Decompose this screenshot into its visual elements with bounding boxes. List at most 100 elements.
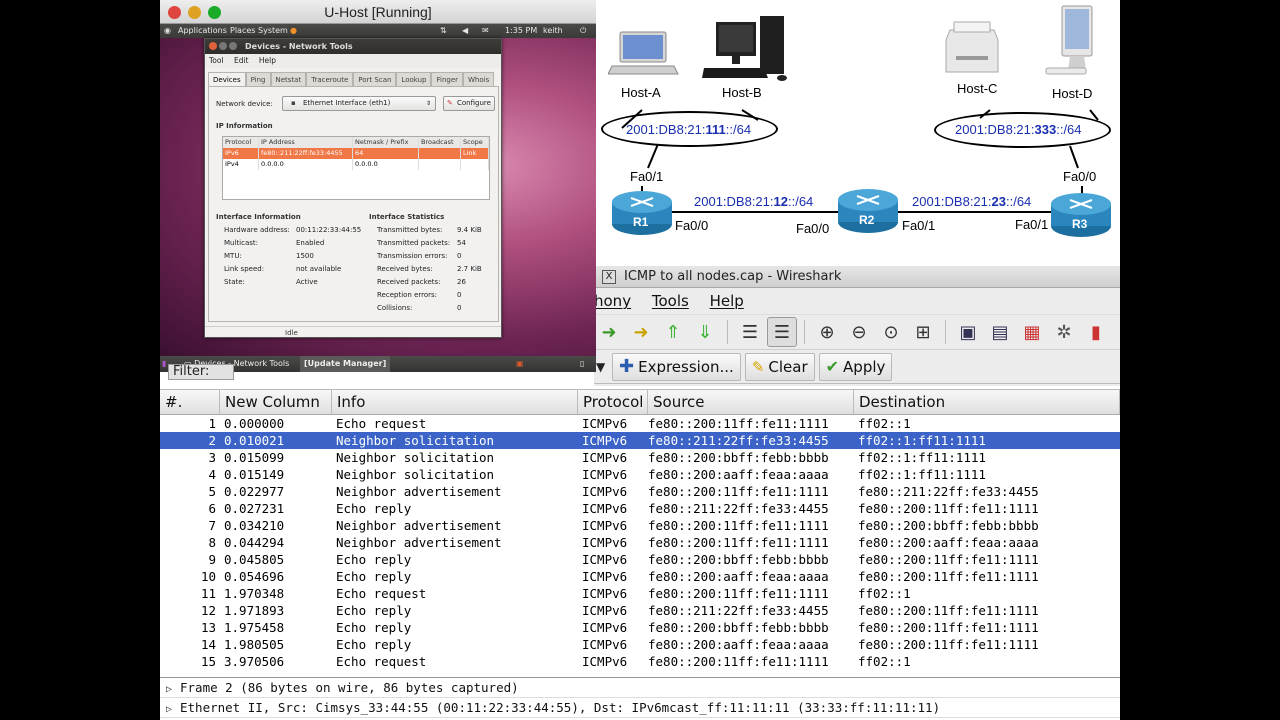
tab-devices[interactable]: Devices	[208, 72, 246, 87]
col-source[interactable]: Source	[648, 390, 854, 414]
packet-cell: 9	[208, 552, 216, 567]
ip-col-address[interactable]: IP Address	[259, 137, 353, 148]
minimize-button-icon[interactable]	[188, 6, 201, 19]
zoom-out-icon[interactable]: ⊖	[844, 317, 874, 347]
packet-cell: 0.054696	[224, 569, 285, 584]
tab-whois[interactable]: Whois	[463, 72, 495, 87]
zoom-normal-icon[interactable]: ⊙	[876, 317, 906, 347]
packet-cell: Neighbor solicitation	[336, 433, 495, 448]
resize-columns-icon[interactable]: ⊞	[908, 317, 938, 347]
nt-menu-tool[interactable]: Tool	[209, 56, 224, 65]
go-to-packet-icon[interactable]: ➜	[626, 317, 656, 347]
ip-col-protocol[interactable]: Protocol	[223, 137, 259, 148]
tab-lookup[interactable]: Lookup	[396, 72, 432, 87]
nt-maximize-icon[interactable]	[229, 42, 237, 50]
ip-col-netmask[interactable]: Netmask / Prefix	[353, 137, 419, 148]
packet-row[interactable]: 1 0.000000 Echo request ICMPv6 fe80::200:11f…	[160, 415, 1120, 432]
go-last-icon[interactable]: ⇓	[690, 317, 720, 347]
packet-row[interactable]: 3 0.015099 Neighbor solicitation ICMPv6 fe80…	[160, 449, 1120, 466]
packet-row[interactable]: 10 0.054696 Echo reply ICMPv6 fe80::200:aaff…	[160, 568, 1120, 585]
packet-row[interactable]: 13 1.975458 Echo reply ICMPv6 fe80::200:bbff…	[160, 619, 1120, 636]
tab-traceroute[interactable]: Traceroute	[306, 72, 354, 87]
apply-button[interactable]: ✔ Apply	[818, 352, 893, 381]
go-first-icon[interactable]: ⇑	[658, 317, 688, 347]
packet-row[interactable]: 12 1.971893 Echo reply ICMPv6 fe80::211:22ff…	[160, 602, 1120, 619]
packet-cell: fe80::211:22ff:fe33:4455	[648, 501, 829, 516]
packet-cell: ff02::1:ff11:1111	[858, 467, 986, 482]
firefox-icon[interactable]: ●	[290, 24, 297, 38]
zoom-button-icon[interactable]	[208, 6, 221, 19]
tab-netstat[interactable]: Netstat	[270, 72, 307, 87]
col-info[interactable]: Info	[332, 390, 578, 414]
nt-minimize-icon[interactable]	[219, 42, 227, 50]
nt-menu-help[interactable]: Help	[259, 56, 276, 65]
tab-ping[interactable]: Ping	[245, 72, 271, 87]
clock-text[interactable]: 1:35 PM	[505, 24, 537, 38]
details-frame-row[interactable]: ▷ Frame 2 (86 bytes on wire, 86 bytes cap…	[160, 678, 1120, 698]
menu-places[interactable]: Places	[230, 24, 255, 38]
trash-icon[interactable]: ▯	[580, 356, 584, 372]
preferences-icon[interactable]: ✲	[1049, 317, 1079, 347]
zoom-in-icon[interactable]: ⊕	[812, 317, 842, 347]
volume-icon[interactable]: ◀	[462, 24, 468, 38]
go-forward-icon[interactable]: ➜	[594, 317, 624, 347]
menu-telephony[interactable]: hony	[594, 292, 631, 310]
taskbar-item-update-manager[interactable]: [Update Manager]	[300, 356, 391, 372]
nt-menu-edit[interactable]: Edit	[234, 56, 249, 65]
col-protocol[interactable]: Protocol	[578, 390, 648, 414]
coloring-rules-icon[interactable]: ▦	[1017, 317, 1047, 347]
expression-button[interactable]: ✚ Expression...	[612, 352, 741, 381]
help-icon[interactable]: ▮	[1081, 317, 1111, 347]
packet-row[interactable]: 9 0.045805 Echo reply ICMPv6 fe80::200:bbff:…	[160, 551, 1120, 568]
packet-row[interactable]: 8 0.044294 Neighbor advertisement ICMPv6 fe8…	[160, 534, 1120, 551]
packet-row[interactable]: 11 1.970348 Echo request ICMPv6 fe80::200:11…	[160, 585, 1120, 602]
menu-applications[interactable]: Applications	[178, 24, 227, 38]
power-icon[interactable]: ⏻	[580, 24, 586, 38]
mail-icon[interactable]: ✉	[482, 24, 489, 38]
packet-cell: fe80::200:bbff:febb:bbbb	[648, 450, 829, 465]
colorize-icon[interactable]: ☰	[735, 317, 765, 347]
network-device-select[interactable]: ▪ Ethernet Interface (eth1) ⇕	[282, 96, 436, 111]
display-filters-icon[interactable]: ▤	[985, 317, 1015, 347]
ip-table-row[interactable]: IPv6 fe80::211:22ff:fe33:4455 64 Link	[223, 148, 489, 159]
packet-row[interactable]: 5 0.022977 Neighbor advertisement ICMPv6 fe8…	[160, 483, 1120, 500]
expand-triangle-icon[interactable]: ▷	[166, 680, 180, 700]
ip-col-scope[interactable]: Scope	[461, 137, 489, 148]
tab-finger[interactable]: Finger	[431, 72, 464, 87]
packet-row[interactable]: 4 0.015149 Neighbor solicitation ICMPv6 fe80…	[160, 466, 1120, 483]
packet-cell: 0.034210	[224, 518, 285, 533]
packet-row[interactable]: 14 1.980505 Echo reply ICMPv6 fe80::200:aaff…	[160, 636, 1120, 653]
workspace-icon[interactable]: ▣	[516, 356, 524, 372]
menu-tools[interactable]: Tools	[652, 292, 689, 310]
packet-row[interactable]: 2 0.010021 Neighbor solicitation ICMPv6 fe80…	[160, 432, 1120, 449]
configure-button[interactable]: ✎ Configure	[443, 96, 495, 111]
packet-row[interactable]: 6 0.027231 Echo reply ICMPv6 fe80::211:22ff:…	[160, 500, 1120, 517]
packet-cell: fe80::200:aaff:feaa:aaaa	[648, 569, 829, 584]
col-number[interactable]: #.	[160, 390, 220, 414]
show-desktop-icon[interactable]: ▮	[162, 356, 166, 372]
menu-system[interactable]: System	[258, 24, 288, 38]
user-menu[interactable]: keith	[543, 24, 563, 38]
autoscroll-icon[interactable]: ☰	[767, 317, 797, 347]
network-icon[interactable]: ⇅	[440, 24, 447, 38]
col-new-column[interactable]: New Column	[220, 390, 332, 414]
expand-triangle-icon[interactable]: ▷	[166, 700, 180, 720]
capture-filters-icon[interactable]: ▣	[953, 317, 983, 347]
tab-port-scan[interactable]: Port Scan	[353, 72, 397, 87]
ubuntu-top-panel: ◉ Applications Places System ● ⇅ ◀ ✉ 1:3…	[160, 24, 596, 38]
close-button-icon[interactable]	[168, 6, 181, 19]
packet-row[interactable]: 15 3.970506 Echo request ICMPv6 fe80::200:11…	[160, 653, 1120, 670]
packet-cell: 3	[208, 450, 216, 465]
menu-help[interactable]: Help	[710, 292, 744, 310]
ip-col-broadcast[interactable]: Broadcast	[419, 137, 461, 148]
r1-fa01-label: Fa0/1	[630, 169, 664, 184]
col-destination[interactable]: Destination	[854, 390, 1120, 414]
packet-cell: ff02::1	[858, 654, 911, 669]
clear-button[interactable]: ✎ Clear	[744, 352, 815, 381]
ip-table-row[interactable]: IPv4 0.0.0.0 0.0.0.0	[223, 159, 489, 170]
packet-row[interactable]: 7 0.034210 Neighbor advertisement ICMPv6 fe8…	[160, 517, 1120, 534]
filter-dropdown-arrow-icon[interactable]: ▼	[594, 360, 608, 374]
details-ethernet-row[interactable]: ▷ Ethernet II, Src: Cimsys_33:44:55 (00:1…	[160, 698, 1120, 718]
nt-close-icon[interactable]	[209, 42, 217, 50]
filter-label[interactable]: Filter:	[168, 364, 234, 380]
